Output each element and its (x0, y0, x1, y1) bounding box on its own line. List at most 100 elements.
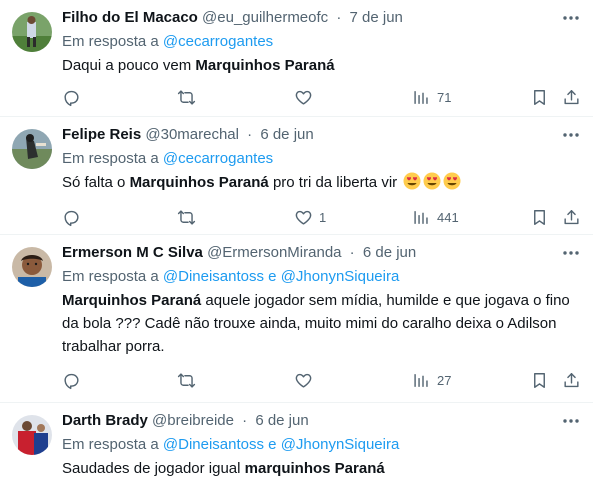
mention-link[interactable]: @JhonynSiqueira (281, 436, 400, 453)
user-handle[interactable]: @30marechal (145, 126, 239, 143)
more-icon[interactable] (561, 411, 581, 431)
tweet-text-highlight: marquinhos Paraná (244, 460, 385, 477)
mention-join: e (268, 268, 277, 285)
more-icon[interactable] (561, 8, 581, 28)
separator: · (349, 244, 355, 261)
user-handle[interactable]: @breibreide (152, 412, 234, 429)
bookmark-icon (534, 209, 545, 225)
tweet-text: Marquinhos Paraná aquele jogador sem míd… (62, 289, 582, 358)
tweet-header: Darth Brady @breibreide · 6 de jun (62, 411, 309, 431)
reply-icon (64, 373, 79, 389)
avatar-image (12, 247, 52, 287)
bookmark-icon (534, 89, 545, 105)
tweet-text: Saudades de jogador igual marquinhos Par… (62, 457, 582, 480)
heart-icon (295, 210, 312, 225)
tweet[interactable]: Ermerson M C Silva @ErmersonMiranda · 6 … (0, 235, 593, 403)
tweet-date[interactable]: 6 de jun (363, 244, 416, 261)
reply-context: Em resposta a @cecarrogantes (62, 32, 273, 52)
tweet-text-highlight: Marquinhos Paraná (195, 57, 335, 74)
tweet-text: Só falta o Marquinhos Paraná pro tri da … (62, 171, 582, 194)
like-button[interactable]: 1 (294, 205, 326, 229)
retweet-icon (177, 89, 196, 105)
like-button[interactable] (294, 368, 313, 392)
share-icon (564, 89, 579, 104)
retweet-button[interactable] (177, 205, 196, 229)
share-icon (564, 372, 579, 387)
retweet-button[interactable] (177, 85, 196, 109)
heart-eyes-emoji (403, 172, 421, 190)
tweet-text-highlight: Marquinhos Paraná (129, 174, 269, 191)
mention-link[interactable]: @cecarrogantes (163, 33, 273, 50)
display-name[interactable]: Ermerson M C Silva (62, 244, 203, 261)
reply-prefix: Em resposta a (62, 33, 159, 50)
reply-icon (64, 90, 79, 106)
tweet-text-post: pro tri da liberta vir (272, 174, 398, 191)
retweet-button[interactable] (177, 368, 196, 392)
reply-button[interactable] (62, 85, 81, 109)
mention-join: e (268, 436, 277, 453)
tweet-text: Daqui a pouco vem Marquinhos Paraná (62, 54, 582, 77)
share-icon (564, 209, 579, 224)
bookmark-button[interactable] (530, 368, 549, 392)
display-name[interactable]: Darth Brady (62, 412, 148, 429)
avatar[interactable] (12, 12, 52, 52)
avatar[interactable] (12, 247, 52, 287)
avatar[interactable] (12, 415, 52, 455)
like-count: 1 (319, 209, 327, 225)
share-button[interactable] (562, 368, 581, 392)
views-button[interactable]: 27 (412, 368, 451, 392)
more-icon[interactable] (561, 125, 581, 145)
reply-context: Em resposta a @cecarrogantes (62, 149, 273, 169)
like-button[interactable] (294, 85, 313, 109)
views-icon (414, 373, 428, 387)
avatar[interactable] (12, 129, 52, 169)
reply-button[interactable] (62, 368, 81, 392)
more-icon[interactable] (561, 243, 581, 263)
retweet-icon (177, 209, 196, 225)
reply-button[interactable] (62, 205, 81, 229)
bookmark-button[interactable] (530, 205, 549, 229)
tweet[interactable]: Darth Brady @breibreide · 6 de jun Em re… (0, 403, 593, 485)
retweet-icon (177, 372, 196, 388)
bookmark-icon (534, 372, 545, 388)
mention-link[interactable]: @cecarrogantes (163, 150, 273, 167)
mention-link[interactable]: @Dineisantoss (163, 268, 264, 285)
tweet-text-pre: Só falta o (62, 174, 126, 191)
reply-prefix: Em resposta a (62, 150, 159, 167)
tweet-header: Ermerson M C Silva @ErmersonMiranda · 6 … (62, 243, 416, 263)
share-button[interactable] (562, 85, 581, 109)
avatar-image (12, 12, 52, 52)
separator: · (247, 126, 253, 143)
tweet-date[interactable]: 7 de jun (350, 9, 403, 26)
tweet[interactable]: Filho do El Macaco @eu_guilhermeofc · 7 … (0, 0, 593, 117)
heart-icon (295, 373, 312, 388)
tweet-date[interactable]: 6 de jun (260, 126, 313, 143)
action-bar: 1 441 (52, 205, 592, 229)
mention-link[interactable]: @JhonynSiqueira (281, 268, 400, 285)
reply-icon (64, 210, 79, 226)
user-handle[interactable]: @eu_guilhermeofc (202, 9, 328, 26)
reply-prefix: Em resposta a (62, 436, 159, 453)
share-button[interactable] (562, 205, 581, 229)
views-icon (414, 90, 428, 104)
views-button[interactable]: 71 (412, 85, 451, 109)
tweet-header: Felipe Reis @30marechal · 6 de jun (62, 125, 314, 145)
bookmark-button[interactable] (530, 85, 549, 109)
view-count: 441 (437, 209, 459, 225)
heart-icon (295, 90, 312, 105)
tweet-text-highlight: Marquinhos Paraná (62, 292, 202, 309)
avatar-image (12, 415, 52, 455)
tweet[interactable]: Felipe Reis @30marechal · 6 de jun Em re… (0, 117, 593, 235)
views-button[interactable]: 441 (412, 205, 459, 229)
display-name[interactable]: Felipe Reis (62, 126, 141, 143)
tweet-date[interactable]: 6 de jun (255, 412, 308, 429)
reply-prefix: Em resposta a (62, 268, 159, 285)
avatar-image (12, 129, 52, 169)
heart-eyes-emoji (443, 172, 461, 190)
mention-link[interactable]: @Dineisantoss (163, 436, 264, 453)
reply-context: Em resposta a @Dineisantoss e @JhonynSiq… (62, 267, 399, 287)
display-name[interactable]: Filho do El Macaco (62, 9, 198, 26)
reply-context: Em resposta a @Dineisantoss e @JhonynSiq… (62, 435, 399, 455)
user-handle[interactable]: @ErmersonMiranda (207, 244, 341, 261)
action-bar: 71 (52, 85, 592, 109)
